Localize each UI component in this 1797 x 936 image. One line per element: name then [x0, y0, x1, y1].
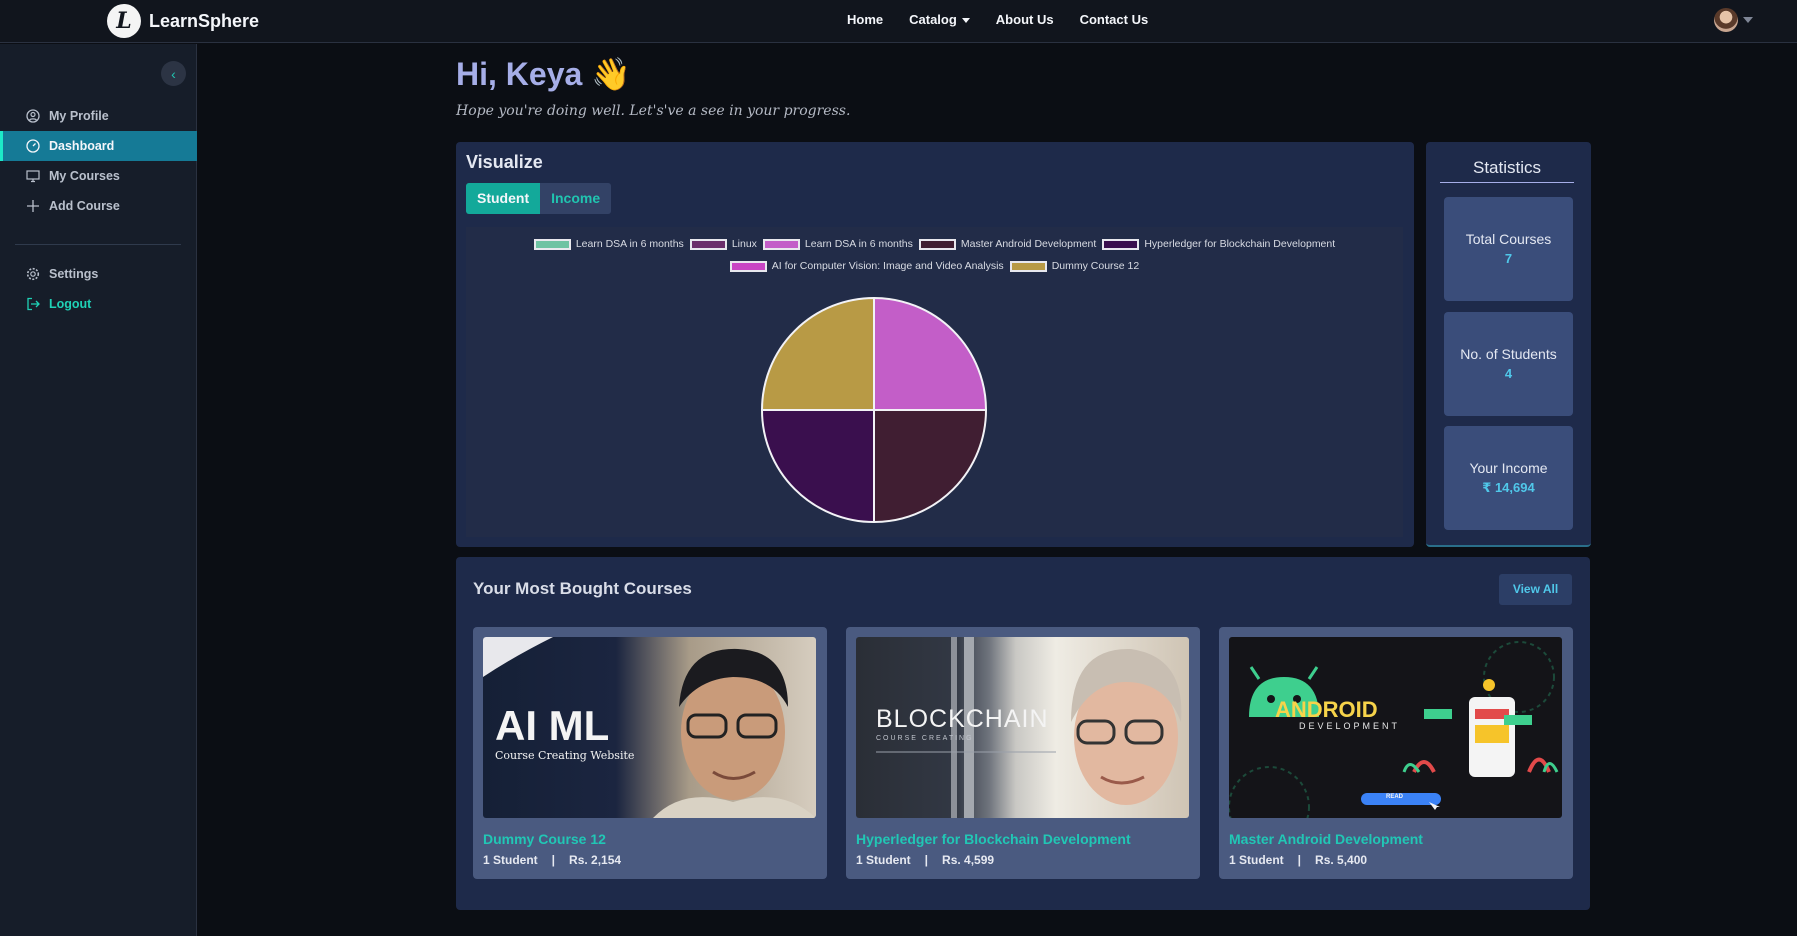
nav-home[interactable]: Home	[847, 12, 883, 27]
sidebar-item-my-courses[interactable]: My Courses	[0, 161, 197, 191]
logo[interactable]: L LearnSphere	[107, 4, 259, 38]
top-navbar: L LearnSphere Home Catalog About Us Cont…	[0, 0, 1797, 43]
logout-icon	[26, 297, 40, 311]
statistics-panel: Statistics Total Courses 7 No. of Studen…	[1426, 142, 1591, 547]
course-meta: 1 Student | Rs. 2,154	[483, 853, 621, 867]
user-circle-icon	[26, 109, 40, 123]
sidebar-item-label: Settings	[49, 267, 99, 281]
course-card[interactable]: AI ML Course Creating Website Dummy Cour…	[473, 627, 827, 879]
chevron-down-icon	[961, 18, 970, 24]
sidebar-item-label: My Courses	[49, 169, 120, 183]
stat-value: 4	[1504, 366, 1513, 381]
pie-chart	[760, 296, 988, 524]
page-title: Hi, Keya 👋	[456, 56, 632, 92]
course-price: Rs. 5,400	[1315, 853, 1368, 867]
thumbnail-title: ANDROID	[1275, 697, 1378, 722]
gear-icon	[26, 267, 40, 281]
view-all-button[interactable]: View All	[1499, 574, 1572, 605]
stat-card-total-courses: Total Courses 7	[1444, 197, 1573, 301]
monitor-icon	[26, 169, 40, 183]
collapse-sidebar-button[interactable]: ‹	[161, 61, 186, 86]
brand-name: LearnSphere	[149, 10, 260, 31]
course-name: Master Android Development	[1229, 831, 1423, 847]
course-thumbnail: BLOCKCHAIN COURSE CREATING	[856, 637, 1189, 818]
section-title: Your Most Bought Courses	[473, 579, 692, 598]
dashboard-gauge-icon	[26, 139, 40, 153]
logo-icon: L	[107, 4, 141, 38]
course-card[interactable]: ANDROID DEVELOPMENT READ Master Android …	[1219, 627, 1573, 879]
nav-about[interactable]: About Us	[996, 12, 1054, 27]
pie-slice[interactable]	[760, 409, 875, 524]
thumbnail-title: AI ML	[495, 702, 610, 749]
chevron-left-icon: ‹	[171, 65, 176, 82]
stat-label: No. of Students	[1460, 346, 1557, 362]
chart-area: Learn DSA in 6 months Linux Learn DSA in 6…	[466, 227, 1403, 537]
profile-menu[interactable]	[1714, 8, 1753, 32]
avatar	[1714, 8, 1738, 32]
chevron-down-icon	[1743, 17, 1753, 23]
tab-income[interactable]: Income	[540, 183, 612, 214]
stat-value: 7	[1504, 251, 1513, 266]
statistics-title: Statistics	[1440, 158, 1574, 183]
thumbnail-subtitle: DEVELOPMENT	[1299, 721, 1401, 731]
sidebar-item-label: Logout	[49, 297, 92, 311]
course-name: Dummy Course 12	[483, 831, 606, 847]
sidebar-divider	[15, 244, 181, 245]
stat-value: ₹ 14,694	[1482, 480, 1535, 495]
student-count: 1 Student	[1229, 853, 1284, 867]
course-meta: 1 Student | Rs. 4,599	[856, 853, 994, 867]
divider: |	[551, 853, 556, 867]
student-count: 1 Student	[856, 853, 911, 867]
chart-tabs: Student Income	[466, 183, 612, 214]
pie-slice[interactable]	[873, 296, 988, 411]
sidebar-item-label: Add Course	[49, 199, 120, 213]
pie-slice[interactable]	[873, 409, 988, 524]
course-meta: 1 Student | Rs. 5,400	[1229, 853, 1367, 867]
sidebar-item-label: Dashboard	[49, 139, 115, 153]
plus-icon	[26, 199, 40, 213]
nav-catalog[interactable]: Catalog	[909, 12, 970, 27]
visualize-title: Visualize	[466, 152, 543, 172]
sidebar-item-dashboard[interactable]: Dashboard	[0, 131, 197, 161]
sidebar-item-my-profile[interactable]: My Profile	[0, 101, 197, 131]
sidebar-item-settings[interactable]: Settings	[0, 259, 197, 289]
pie-slice[interactable]	[760, 296, 875, 411]
sidebar-item-logout[interactable]: Logout	[0, 289, 197, 319]
course-thumbnail: ANDROID DEVELOPMENT READ	[1229, 637, 1562, 818]
divider: |	[924, 853, 929, 867]
tab-student[interactable]: Student	[466, 183, 541, 214]
sidebar: ‹ My Profile Dashboard My Courses Add Co…	[0, 44, 197, 936]
course-price: Rs. 4,599	[942, 853, 995, 867]
stat-label: Total Courses	[1465, 231, 1552, 247]
thumbnail-button-text: READ	[1386, 794, 1404, 800]
main-nav: Home Catalog About Us Contact Us	[847, 12, 1148, 27]
divider: |	[1297, 853, 1302, 867]
stat-card-students: No. of Students 4	[1444, 312, 1573, 416]
course-card[interactable]: BLOCKCHAIN COURSE CREATING Hyperledger f…	[846, 627, 1200, 879]
nav-catalog-label: Catalog	[909, 12, 957, 27]
stat-card-income: Your Income ₹ 14,694	[1444, 426, 1573, 530]
page-subtitle: Hope you're doing well. Let's've a see i…	[456, 103, 851, 119]
course-price: Rs. 2,154	[569, 853, 622, 867]
course-thumbnail: AI ML Course Creating Website	[483, 637, 816, 818]
stat-label: Your Income	[1469, 460, 1548, 476]
most-bought-courses-panel: Your Most Bought Courses View All AI ML …	[456, 557, 1590, 910]
student-count: 1 Student	[483, 853, 538, 867]
nav-contact[interactable]: Contact Us	[1080, 12, 1149, 27]
sidebar-item-label: My Profile	[49, 109, 109, 123]
visualize-panel: Visualize Student Income Learn DSA in 6 …	[456, 142, 1414, 547]
thumbnail-subtitle: COURSE CREATING	[876, 735, 974, 742]
thumbnail-title: BLOCKCHAIN	[876, 705, 1049, 733]
sidebar-item-add-course[interactable]: Add Course	[0, 191, 197, 221]
thumbnail-subtitle: Course Creating Website	[495, 749, 635, 762]
course-name: Hyperledger for Blockchain Development	[856, 831, 1131, 847]
